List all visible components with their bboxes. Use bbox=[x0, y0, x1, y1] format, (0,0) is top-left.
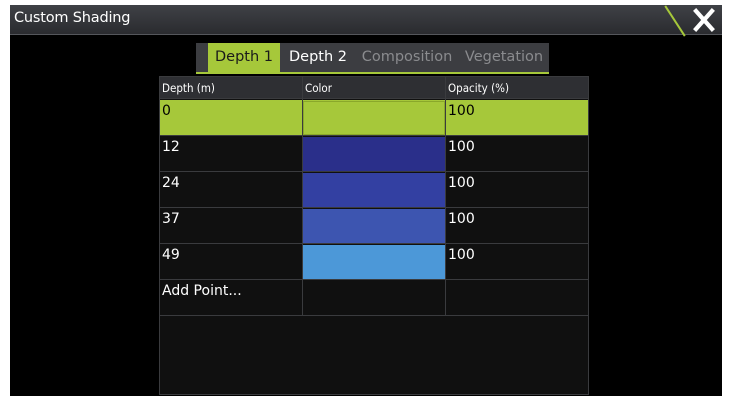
header-depth: Depth (m) bbox=[162, 81, 215, 95]
opacity-cell[interactable]: 100 bbox=[446, 208, 588, 244]
depth-cell: 12 bbox=[162, 139, 180, 155]
title-bar: Custom Shading bbox=[10, 5, 722, 37]
table-row[interactable]: 0 100 bbox=[160, 100, 588, 136]
tab-bar: Depth 1 Depth 2 Composition Vegetation bbox=[196, 43, 549, 74]
color-swatch[interactable] bbox=[303, 209, 445, 243]
table-row[interactable]: 49 100 bbox=[160, 244, 588, 280]
shading-table: Depth (m) Color Opacity (%) 0 100 12 100 24 1… bbox=[159, 76, 589, 395]
opacity-cell[interactable]: 100 bbox=[446, 172, 588, 208]
tab-composition[interactable]: Composition bbox=[356, 43, 458, 72]
header-color: Color bbox=[305, 81, 333, 95]
opacity-cell[interactable]: 100 bbox=[446, 100, 588, 136]
color-swatch[interactable] bbox=[303, 137, 445, 171]
depth-cell: 49 bbox=[162, 247, 180, 263]
opacity-cell[interactable]: 100 bbox=[446, 136, 588, 172]
tab-depth-1[interactable]: Depth 1 bbox=[208, 43, 280, 72]
add-point-row[interactable]: Add Point... bbox=[160, 280, 588, 316]
table-row[interactable]: 24 100 bbox=[160, 172, 588, 208]
column-divider bbox=[445, 77, 446, 315]
column-divider bbox=[302, 77, 303, 315]
table-row[interactable]: 37 100 bbox=[160, 208, 588, 244]
title-accent-divider bbox=[664, 5, 686, 37]
color-swatch[interactable] bbox=[303, 101, 445, 135]
close-icon bbox=[693, 8, 715, 32]
add-point-label: Add Point... bbox=[162, 283, 242, 299]
tab-vegetation[interactable]: Vegetation bbox=[462, 43, 546, 72]
tab-depth-2[interactable]: Depth 2 bbox=[282, 43, 354, 72]
header-opacity: Opacity (%) bbox=[448, 81, 509, 95]
custom-shading-window: Custom Shading Depth 1 Depth 2 Compositi… bbox=[10, 5, 722, 396]
window-title: Custom Shading bbox=[14, 10, 131, 26]
depth-cell: 0 bbox=[162, 103, 171, 119]
color-swatch[interactable] bbox=[303, 245, 445, 279]
color-swatch[interactable] bbox=[303, 173, 445, 207]
table-header: Depth (m) Color Opacity (%) bbox=[160, 77, 588, 99]
opacity-cell[interactable]: 100 bbox=[446, 244, 588, 280]
table-row[interactable]: 12 100 bbox=[160, 136, 588, 172]
depth-cell: 37 bbox=[162, 211, 180, 227]
close-button[interactable] bbox=[690, 7, 718, 33]
depth-cell: 24 bbox=[162, 175, 180, 191]
